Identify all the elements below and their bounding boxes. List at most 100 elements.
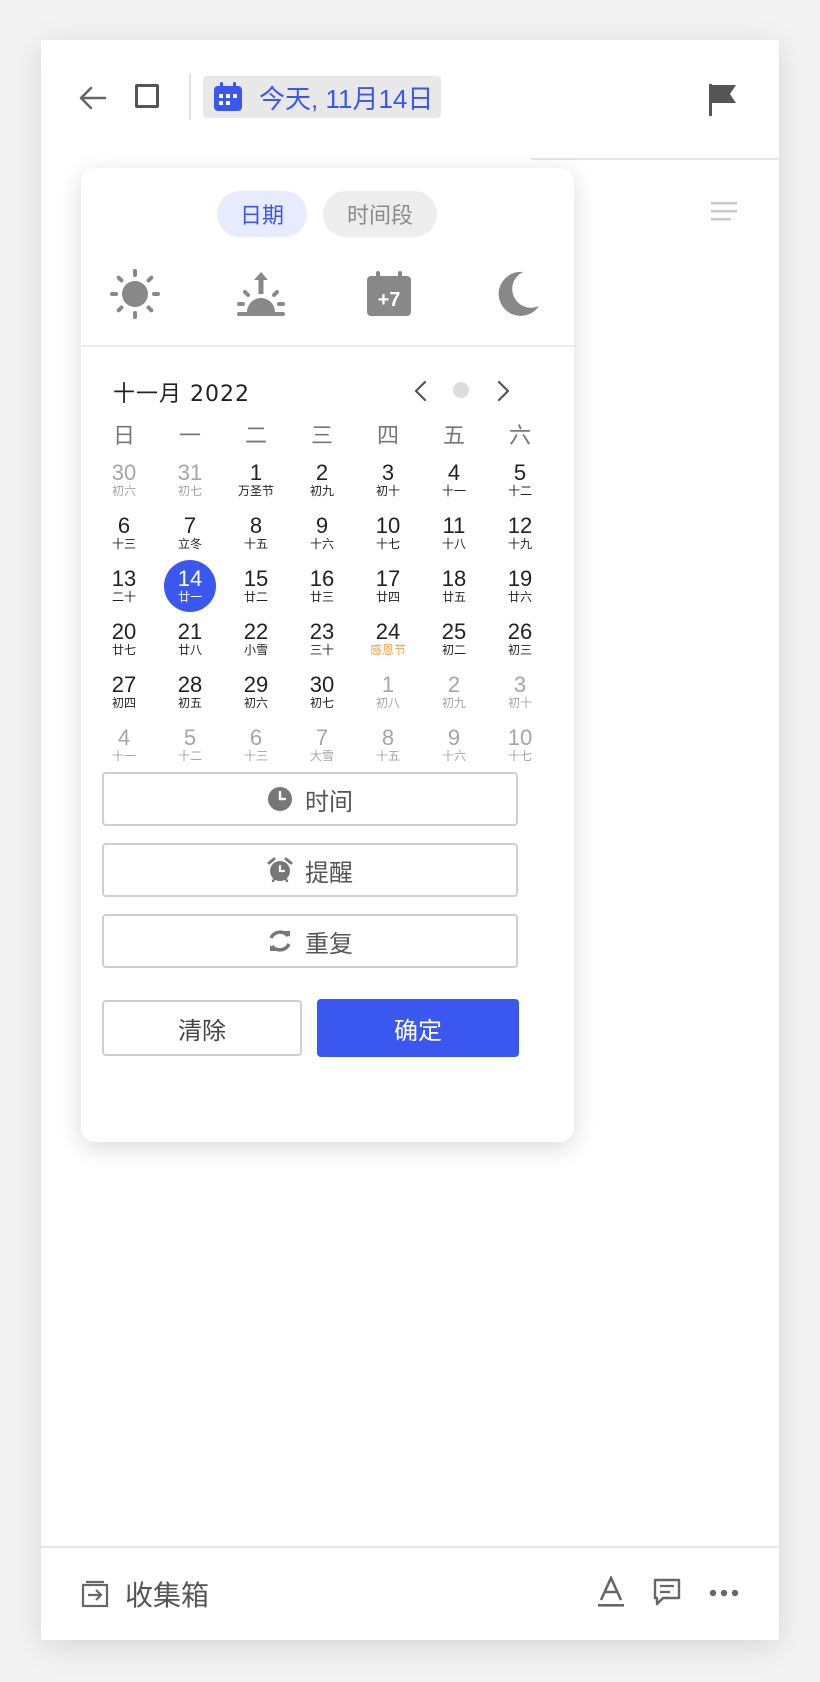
calendar-day[interactable]: 4 十一 xyxy=(94,721,154,773)
calendar-day[interactable]: 24 感恩节 xyxy=(358,615,418,667)
day-number: 30 xyxy=(309,672,335,697)
day-number: 28 xyxy=(177,672,203,697)
lunar-label: 廿七 xyxy=(111,643,136,657)
reminder-option-button[interactable]: 提醒 xyxy=(102,843,518,897)
calendar-day[interactable]: 6 十三 xyxy=(94,509,154,561)
tab-time-range[interactable]: 时间段 xyxy=(323,191,437,237)
back-arrow-icon[interactable] xyxy=(75,80,111,116)
clear-button[interactable]: 清除 xyxy=(102,1000,302,1056)
lunar-label: 廿三 xyxy=(309,590,334,604)
moon-icon[interactable] xyxy=(491,268,543,320)
date-picker-popup: 日期 时间段 +7 十一月 2022 日 一 二 三 四 五 六 30 初六 3… xyxy=(81,168,574,1142)
calendar-day[interactable]: 10 十七 xyxy=(358,509,418,561)
day-number: 22 xyxy=(243,619,269,644)
sunrise-icon[interactable] xyxy=(235,268,287,320)
calendar-day[interactable]: 2 初九 xyxy=(424,668,484,720)
quick-actions-divider xyxy=(81,345,574,347)
calendar-day[interactable]: 11 十八 xyxy=(424,509,484,561)
text-format-icon[interactable] xyxy=(597,1576,625,1608)
calendar-day[interactable]: 7 立冬 xyxy=(160,509,220,561)
weekday-label: 三 xyxy=(310,424,333,449)
calendar-day[interactable]: 1 万圣节 xyxy=(226,456,286,508)
calendar-day[interactable]: 18 廿五 xyxy=(424,562,484,614)
day-number: 29 xyxy=(243,672,269,697)
calendar-day[interactable]: 31 初七 xyxy=(160,456,220,508)
day-number: 1 xyxy=(381,672,395,697)
calendar-day[interactable]: 9 十六 xyxy=(424,721,484,773)
inbox-label[interactable]: 收集箱 xyxy=(125,1574,209,1614)
day-number: 15 xyxy=(243,566,269,591)
calendar-day[interactable]: 30 初六 xyxy=(94,456,154,508)
weekday-label: 五 xyxy=(442,424,465,449)
day-number: 10 xyxy=(375,513,401,538)
day-number: 25 xyxy=(441,619,467,644)
task-detail-window: 今天, 11月14日 收集箱 日期 时间段 +7 十一月 2022 日 一 二 … xyxy=(41,40,779,1640)
time-option-button[interactable]: 时间 xyxy=(102,772,518,826)
more-dots-icon[interactable] xyxy=(709,1588,739,1598)
inbox-icon[interactable] xyxy=(81,1580,109,1608)
day-number: 17 xyxy=(375,566,401,591)
calendar-day[interactable]: 6 十三 xyxy=(226,721,286,773)
calendar-day[interactable]: 19 廿六 xyxy=(490,562,550,614)
calendar-day[interactable]: 3 初十 xyxy=(490,668,550,720)
calendar-day[interactable]: 1 初八 xyxy=(358,668,418,720)
day-number: 9 xyxy=(447,725,461,750)
confirm-button[interactable]: 确定 xyxy=(317,999,519,1057)
calendar-day[interactable]: 30 初七 xyxy=(292,668,352,720)
calendar-day[interactable]: 20 廿七 xyxy=(94,615,154,667)
calendar-day[interactable]: 17 廿四 xyxy=(358,562,418,614)
weekday-label: 日 xyxy=(112,424,135,449)
lunar-label: 初十 xyxy=(375,484,400,498)
calendar-day[interactable]: 4 十一 xyxy=(424,456,484,508)
lunar-label: 初三 xyxy=(507,643,532,657)
calendar-day[interactable]: 8 十五 xyxy=(358,721,418,773)
repeat-option-label: 重复 xyxy=(305,929,353,958)
calendar-day[interactable]: 25 初二 xyxy=(424,615,484,667)
calendar-day[interactable]: 13 二十 xyxy=(94,562,154,614)
day-number: 5 xyxy=(183,725,197,750)
calendar-day[interactable]: 3 初十 xyxy=(358,456,418,508)
calendar-day[interactable]: 9 十六 xyxy=(292,509,352,561)
plus7-label: +7 xyxy=(378,289,401,311)
lunar-label: 初七 xyxy=(309,696,334,710)
calendar-day[interactable]: 21 廿八 xyxy=(160,615,220,667)
chevron-left-icon[interactable] xyxy=(411,380,431,402)
go-to-today-dot[interactable] xyxy=(453,382,469,398)
sun-icon[interactable] xyxy=(109,268,161,320)
chevron-right-icon[interactable] xyxy=(493,380,513,402)
lunar-label: 廿四 xyxy=(375,590,400,604)
day-number: 6 xyxy=(117,513,131,538)
day-number: 10 xyxy=(507,725,533,750)
comment-icon[interactable] xyxy=(653,1578,681,1606)
calendar-day[interactable]: 10 十七 xyxy=(490,721,550,773)
calendar-day[interactable]: 14 廿一 xyxy=(160,560,220,614)
calendar-day[interactable]: 12 十九 xyxy=(490,509,550,561)
tab-date[interactable]: 日期 xyxy=(217,191,307,237)
calendar-day[interactable]: 27 初四 xyxy=(94,668,154,720)
calendar-day[interactable]: 15 廿二 xyxy=(226,562,286,614)
due-date-chip[interactable]: 今天, 11月14日 xyxy=(203,76,442,118)
day-number: 14 xyxy=(177,566,203,591)
calendar-day[interactable]: 8 十五 xyxy=(226,509,286,561)
task-checkbox[interactable] xyxy=(135,84,159,108)
description-lines-icon xyxy=(711,202,737,221)
calendar-day[interactable]: 29 初六 xyxy=(226,668,286,720)
day-number: 18 xyxy=(441,566,467,591)
calendar-plus7-icon[interactable]: +7 xyxy=(363,268,415,320)
lunar-label: 十一 xyxy=(441,484,466,498)
lunar-label: 十二 xyxy=(507,484,532,498)
calendar-day[interactable]: 5 十二 xyxy=(490,456,550,508)
repeat-option-button[interactable]: 重复 xyxy=(102,914,518,968)
calendar-day[interactable]: 23 三十 xyxy=(292,615,352,667)
lunar-label: 廿八 xyxy=(177,643,202,657)
calendar-day[interactable]: 7 大雪 xyxy=(292,721,352,773)
calendar-day[interactable]: 26 初三 xyxy=(490,615,550,667)
calendar-day[interactable]: 16 廿三 xyxy=(292,562,352,614)
reminder-option-label: 提醒 xyxy=(305,858,353,887)
calendar-day[interactable]: 2 初九 xyxy=(292,456,352,508)
calendar-day[interactable]: 28 初五 xyxy=(160,668,220,720)
weekday-header: 日 一 二 三 四 五 六 xyxy=(94,418,550,452)
calendar-day[interactable]: 22 小雪 xyxy=(226,615,286,667)
calendar-day[interactable]: 5 十二 xyxy=(160,721,220,773)
flag-icon[interactable] xyxy=(707,82,739,118)
